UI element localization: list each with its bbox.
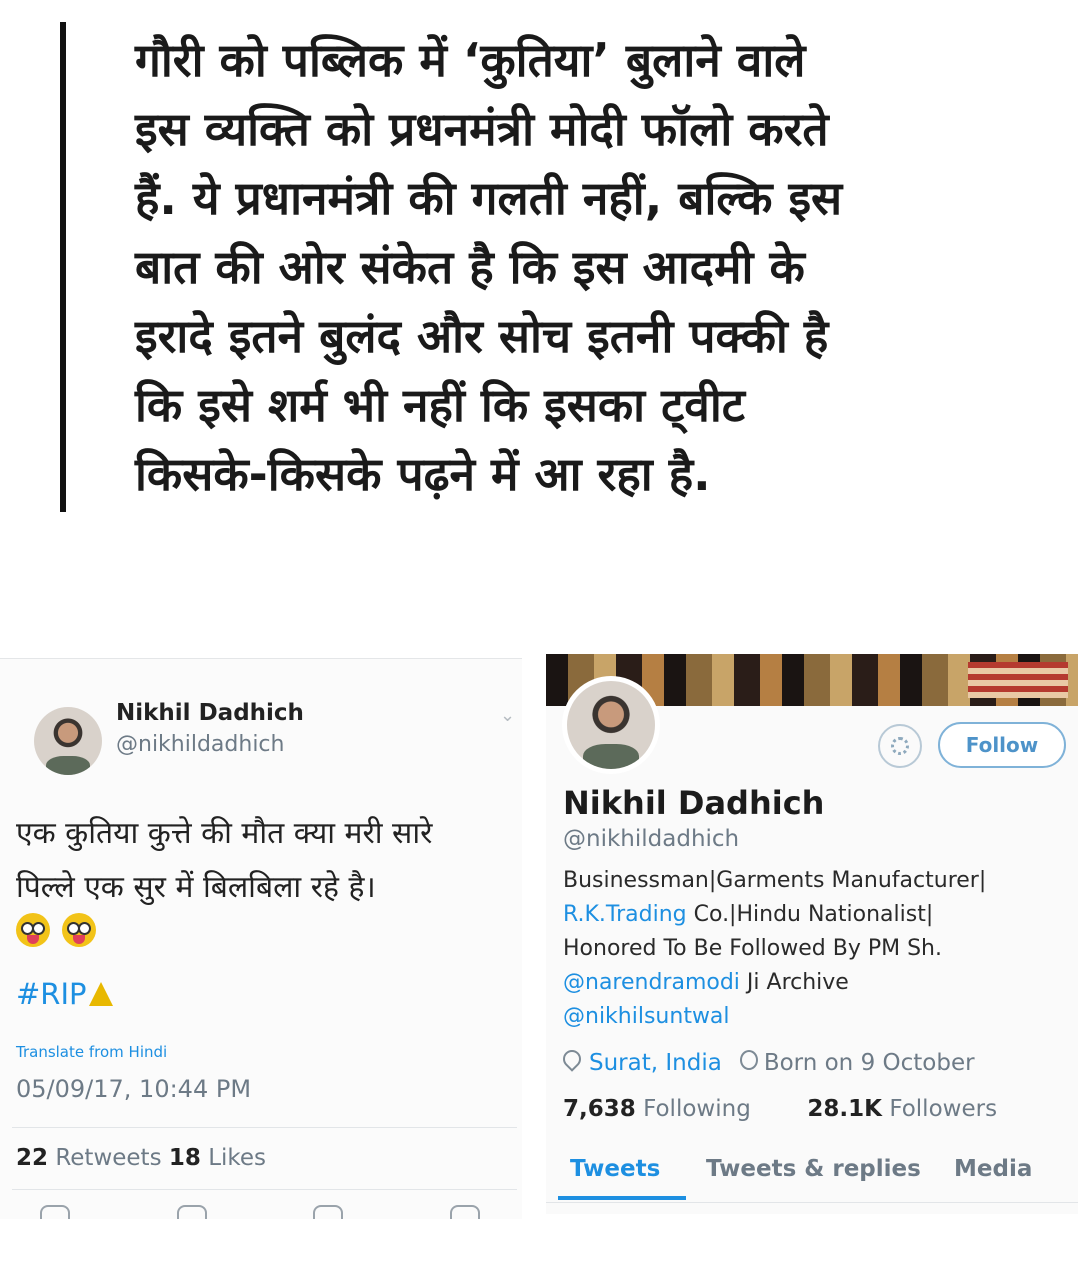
likes-label[interactable]: Likes [208, 1145, 266, 1171]
profile-handle: @nikhildadhich [563, 826, 740, 852]
hashtag-text[interactable]: #RIP [16, 977, 87, 1011]
caret-down-icon[interactable]: ⌄ [500, 705, 515, 726]
bio-text: Ji Archive [739, 970, 849, 995]
headline-text: गौरी को पब्लिक में ‘कुतिया’ बुलाने वाले … [135, 26, 965, 509]
profile-location-row: Surat, India Born on 9 October [559, 1046, 975, 1076]
headline-line: किसके-किसके पढ़ने में आ रहा है. [135, 447, 711, 501]
tweet-body-line: पिल्ले एक सुर में बिलबिला रहे है। [16, 870, 376, 905]
bio-line: Honored To Be Followed By PM Sh. [563, 936, 942, 961]
bio-line: @narendramodi Ji Archive [563, 966, 1068, 1000]
retweets-count[interactable]: 22 [16, 1145, 48, 1171]
followers-label[interactable]: Followers [889, 1096, 997, 1122]
followers-count[interactable]: 28.1K [807, 1096, 882, 1122]
avatar[interactable] [34, 707, 102, 775]
bio-link[interactable]: R.K.Trading [563, 902, 687, 927]
mention-link[interactable]: @nikhilsuntwal [563, 1004, 730, 1029]
bio-line: @nikhilsuntwal [563, 1000, 1068, 1034]
tab-media[interactable]: Media [954, 1156, 1032, 1182]
bio-text: Co.|Hindu Nationalist| [686, 902, 934, 927]
location-link[interactable]: Surat, India [589, 1050, 722, 1076]
emoji-row [16, 913, 98, 955]
reply-icon[interactable] [40, 1205, 70, 1219]
tweet-timestamp: 05/09/17, 10:44 PM [16, 1075, 252, 1103]
divider [12, 1189, 517, 1190]
tweet-author-handle[interactable]: @nikhildadhich [116, 732, 284, 757]
tweet-body-line: एक कुतिया कुत्ते की मौत क्या मरी सारे [16, 816, 433, 851]
balloon-icon [739, 1050, 758, 1070]
tweet-author-name[interactable]: Nikhil Dadhich [116, 700, 304, 726]
hashtag-link[interactable]: #RIP [16, 977, 113, 1011]
mention-link[interactable]: @narendramodi [563, 970, 740, 995]
message-icon[interactable] [449, 1205, 480, 1219]
headline-line: हैं. ये प्रधानमंत्री की गलती नहीं, बल्कि… [135, 171, 843, 225]
headline-line: इरादे इतने बुलंद और सोच इतनी पक्की है [135, 309, 829, 363]
divider [12, 1127, 517, 1128]
bell-icon [88, 982, 113, 1006]
quote-bar [60, 22, 66, 512]
tweet-card: Nikhil Dadhich @nikhildadhich ⌄ एक कुतिय… [0, 658, 522, 1219]
tab-tweets[interactable]: Tweets [570, 1156, 660, 1182]
retweet-icon[interactable] [176, 1205, 207, 1219]
location-pin-icon [559, 1046, 585, 1072]
like-icon[interactable] [313, 1205, 344, 1219]
avatar[interactable] [562, 676, 660, 774]
bio-line: R.K.Trading Co.|Hindu Nationalist| [563, 898, 1068, 932]
tweet-stats: 22 Retweets 18 Likes [16, 1145, 266, 1171]
retweets-label[interactable]: Retweets [55, 1145, 161, 1171]
likes-count[interactable]: 18 [169, 1145, 201, 1171]
bio-line: Businessman|Garments Manufacturer| [563, 868, 987, 893]
headline-line: कि इसे शर्म भी नहीं कि इसका ट्वीट [135, 378, 745, 432]
headline-line: गौरी को पब्लिक में ‘कुतिया’ बुलाने वाले [135, 33, 806, 87]
profile-bio: Businessman|Garments Manufacturer| R.K.T… [563, 864, 1068, 1034]
profile-tabs: Tweets Tweets & replies Media [546, 1148, 1078, 1203]
birthday-text: Born on 9 October [763, 1050, 975, 1076]
gear-icon[interactable] [878, 724, 922, 768]
tab-tweets-replies[interactable]: Tweets & replies [706, 1156, 921, 1182]
tweet-actions [40, 1205, 480, 1219]
translate-link[interactable]: Translate from Hindi [16, 1043, 167, 1061]
headline-line: इस व्यक्ति को प्रधनमंत्री मोदी फॉलो करते [135, 102, 829, 156]
tweet-body: एक कुतिया कुत्ते की मौत क्या मरी सारे पि… [16, 807, 516, 915]
active-tab-indicator [558, 1196, 686, 1200]
profile-name: Nikhil Dadhich [563, 784, 825, 822]
profile-card: Follow Nikhil Dadhich @nikhildadhich Bus… [546, 654, 1078, 1214]
following-count[interactable]: 7,638 [563, 1096, 636, 1122]
follow-button[interactable]: Follow [938, 722, 1066, 768]
follow-stats: 7,638 Following 28.1K Followers [563, 1096, 997, 1122]
emoji-tongue-icon [16, 913, 50, 947]
headline-line: बात की ओर संकेत है कि इस आदमी के [135, 240, 805, 294]
following-label[interactable]: Following [643, 1096, 751, 1122]
emoji-tongue-icon [61, 913, 96, 947]
